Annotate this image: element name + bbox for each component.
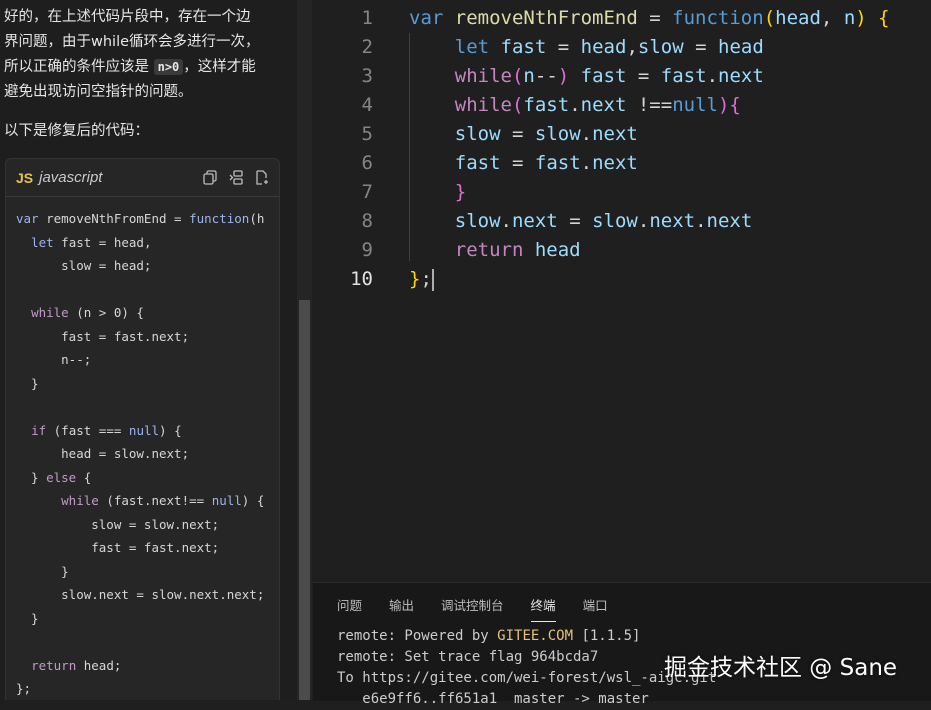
snippet-line: return head; xyxy=(31,657,122,673)
code-block-header: JS javascript xyxy=(6,159,279,197)
line-number: 5 xyxy=(361,123,373,145)
editor-line[interactable]: 1 var removeNthFromEnd = function(head, n… xyxy=(313,4,931,33)
answer-line-3: 所以正确的条件应该是 n>0 ，这样才能 xyxy=(0,55,285,80)
line-number: 9 xyxy=(361,239,373,261)
watermark: 掘金技术社区 @ Sane xyxy=(664,655,898,681)
bottom-panel: 问题 输出 调试控制台 终端 端口 remote: Powered by GIT… xyxy=(313,582,931,707)
snippet-line: n--; xyxy=(16,352,92,367)
panel-tabs: 问题 输出 调试控制台 终端 端口 xyxy=(337,595,608,622)
editor-line[interactable]: 10}; xyxy=(313,265,931,294)
editor-line[interactable]: 7 } xyxy=(313,178,931,207)
code-line[interactable]: while(n--) fast = fast.next xyxy=(409,62,764,91)
snippet-line xyxy=(16,395,279,419)
code-line[interactable]: var removeNthFromEnd = function(head, n)… xyxy=(409,4,890,33)
snippet-line: } xyxy=(16,563,69,579)
code-block-actions xyxy=(203,170,279,185)
snippet-line: while (n > 0) { xyxy=(31,305,144,320)
tab-ports[interactable]: 端口 xyxy=(583,595,608,622)
code-line[interactable]: slow = slow.next xyxy=(409,120,638,149)
snippet-line: fast = fast.next; xyxy=(16,540,220,555)
editor-line[interactable]: 3 while(n--) fast = fast.next xyxy=(313,62,931,91)
line-number: 6 xyxy=(361,152,373,174)
copy-icon[interactable] xyxy=(203,170,217,185)
code-line[interactable]: } xyxy=(409,178,466,207)
snippet-line: slow.next = slow.next.next; xyxy=(16,587,265,602)
code-line[interactable]: slow.next = slow.next.next xyxy=(409,207,753,236)
line-number: 3 xyxy=(361,65,373,87)
chat-scrollbar[interactable] xyxy=(297,0,312,700)
answer-line-2: 界问题，由于while循环会多进行一次， xyxy=(4,34,260,50)
snippet-line: slow = slow.next; xyxy=(16,516,220,532)
answer-line-4: 避免出现访问空指针的问题。 xyxy=(4,84,193,100)
snippet-line: if (fast === null) { xyxy=(31,422,182,438)
terminal-output[interactable]: remote: Powered by GITEE.COM [1.1.5] remo… xyxy=(337,626,716,710)
terminal-line: remote: Powered by GITEE.COM [1.1.5] xyxy=(337,628,641,644)
editor-line[interactable]: 9 return head xyxy=(313,236,931,265)
snippet-line: } xyxy=(16,375,39,391)
snippet-line xyxy=(16,278,279,302)
editor-line[interactable]: 2 let fast = head,slow = head xyxy=(313,33,931,62)
snippet-line: while (fast.next!== null) { xyxy=(61,493,265,508)
tab-output[interactable]: 输出 xyxy=(389,595,414,622)
snippet-line xyxy=(16,630,279,654)
editor-line[interactable]: 8 slow.next = slow.next.next xyxy=(313,207,931,236)
code-line[interactable]: fast = fast.next xyxy=(409,149,638,178)
chat-panel: 好的，在上述代码片段中，存在一个边 界问题，由于while循环会多进行一次， 所… xyxy=(0,0,297,700)
code-line[interactable]: return head xyxy=(409,236,581,265)
code-block: JS javascript var removeNthFromEnd = fun… xyxy=(5,158,280,700)
snippet-line: } xyxy=(16,610,39,626)
tab-debug-console[interactable]: 调试控制台 xyxy=(441,595,504,622)
answer-line-3-tail: ，这样才能 xyxy=(183,59,256,75)
js-language-icon: JS xyxy=(16,169,34,186)
code-line[interactable]: let fast = head,slow = head xyxy=(409,33,764,62)
new-file-icon[interactable] xyxy=(255,170,269,185)
line-number: 4 xyxy=(361,94,373,116)
tab-problems[interactable]: 问题 xyxy=(337,595,362,622)
line-number: 2 xyxy=(361,36,373,58)
fixed-code-heading: 以下是修复后的代码： xyxy=(4,123,149,139)
inline-code: n>0 xyxy=(153,59,184,75)
insert-icon[interactable] xyxy=(229,170,243,185)
terminal-line: To https://gitee.com/wei-forest/wsl_-aig… xyxy=(337,670,717,686)
scrollbar-thumb[interactable] xyxy=(299,300,310,700)
editor-line[interactable]: 6 fast = fast.next xyxy=(313,149,931,178)
answer-line-1: 好的，在上述代码片段中，存在一个边 xyxy=(4,9,251,25)
terminal-line: remote: Set trace flag 964bcda7 xyxy=(337,649,599,665)
answer-line-3-text: 所以正确的条件应该是 xyxy=(4,59,149,75)
code-line[interactable]: while(fast.next !==null){ xyxy=(409,91,741,120)
text-cursor xyxy=(431,268,434,291)
code-snippet: var removeNthFromEnd = function(h let fa… xyxy=(6,197,279,700)
snippet-line: } else { xyxy=(16,469,92,485)
answer-paragraph: 好的，在上述代码片段中，存在一个边 界问题，由于while循环会多进行一次， 所… xyxy=(0,5,285,105)
line-number: 1 xyxy=(361,7,373,29)
tab-terminal[interactable]: 终端 xyxy=(530,595,556,622)
line-number: 8 xyxy=(361,210,373,232)
snippet-line: fast = fast.next; xyxy=(16,328,190,344)
snippet-line: slow = head; xyxy=(16,258,152,273)
code-editor[interactable]: 1 var removeNthFromEnd = function(head, n… xyxy=(313,0,931,582)
line-number: 10 xyxy=(350,268,373,290)
code-line[interactable]: }; xyxy=(409,265,434,294)
code-language-label: javascript xyxy=(39,169,103,186)
line-number: 7 xyxy=(361,181,373,203)
editor-line[interactable]: 5 slow = slow.next xyxy=(313,120,931,149)
snippet-line: let fast = head, xyxy=(31,234,152,250)
snippet-line: head = slow.next; xyxy=(16,446,190,461)
snippet-line: var removeNthFromEnd = function(h xyxy=(16,211,265,226)
editor-line[interactable]: 4 while(fast.next !==null){ xyxy=(313,91,931,120)
snippet-line: }; xyxy=(16,681,32,696)
